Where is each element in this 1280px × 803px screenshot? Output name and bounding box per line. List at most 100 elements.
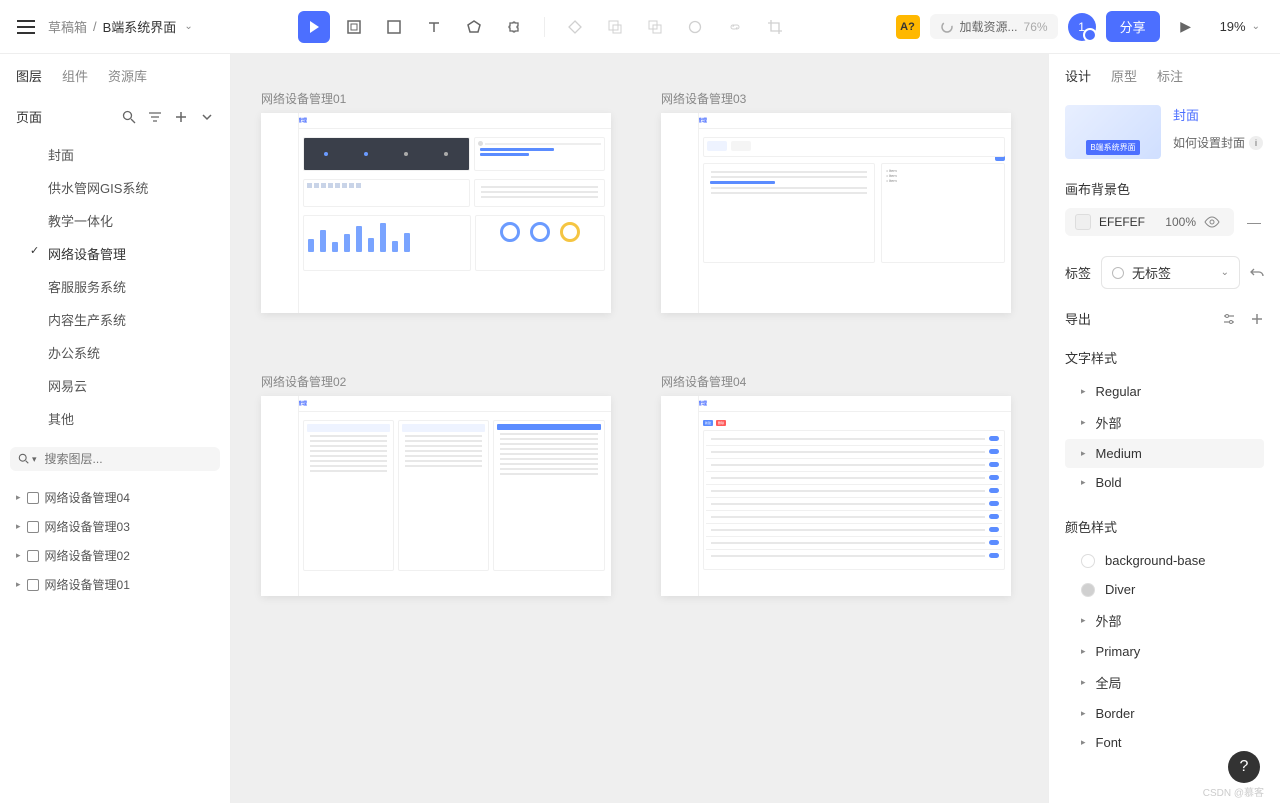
- color-swatch: [1081, 554, 1095, 568]
- frame-tool[interactable]: [338, 11, 370, 43]
- layer-search[interactable]: ▾: [10, 447, 220, 471]
- layer-item[interactable]: ▸网络设备管理04: [0, 483, 230, 512]
- cover-howto[interactable]: 如何设置封面 i: [1173, 134, 1263, 151]
- color-style-group[interactable]: ▸Primary: [1081, 637, 1248, 666]
- search-icon[interactable]: [122, 110, 136, 124]
- chevron-right-icon: ▸: [1081, 386, 1086, 397]
- chevron-right-icon: ▸: [16, 579, 21, 590]
- color-style-group[interactable]: ▸全局: [1081, 666, 1248, 699]
- rectangle-tool[interactable]: [378, 11, 410, 43]
- artboard[interactable]: 网络设备管理04 网络设备管理 新建删除: [661, 373, 1011, 596]
- color-style-item[interactable]: Diver: [1081, 575, 1248, 604]
- collapse-icon[interactable]: [200, 110, 214, 124]
- artboard[interactable]: 网络设备管理01 网络设备管理: [261, 90, 611, 313]
- cover-link[interactable]: 封面: [1173, 105, 1263, 124]
- artboard[interactable]: 网络设备管理02 网络设备管理: [261, 373, 611, 596]
- crop-tool[interactable]: [759, 11, 791, 43]
- undo-icon[interactable]: [1250, 266, 1264, 280]
- tag-circle-icon: [1112, 267, 1124, 279]
- ellipse-tool[interactable]: [679, 11, 711, 43]
- component-tool[interactable]: [559, 11, 591, 43]
- right-tab-1[interactable]: 原型: [1111, 66, 1137, 85]
- add-page-icon[interactable]: [174, 110, 188, 124]
- artboard[interactable]: 网络设备管理03 网络设备管理: [661, 90, 1011, 313]
- user-avatar[interactable]: 1: [1068, 13, 1096, 41]
- add-export-icon[interactable]: [1250, 312, 1264, 326]
- chevron-right-icon: ▸: [1081, 646, 1086, 657]
- link-icon: [728, 20, 742, 34]
- menu-button[interactable]: [12, 13, 40, 41]
- page-item[interactable]: 办公系统: [0, 336, 230, 369]
- boolean-icon: [648, 20, 662, 34]
- frame-icon: [27, 550, 39, 562]
- left-tab-2[interactable]: 资源库: [108, 66, 147, 89]
- inspect-badge[interactable]: A?: [896, 15, 920, 39]
- watermark: CSDN @慕客: [1203, 784, 1264, 799]
- layer-item[interactable]: ▸网络设备管理03: [0, 512, 230, 541]
- layer-item[interactable]: ▸网络设备管理02: [0, 541, 230, 570]
- text-style-item[interactable]: ▸外部: [1081, 406, 1248, 439]
- page-item[interactable]: 网易云: [0, 369, 230, 402]
- settings-icon[interactable]: [1222, 312, 1236, 326]
- pages-title: 页面: [16, 107, 42, 126]
- page-item[interactable]: 内容生产系统: [0, 303, 230, 336]
- present-button[interactable]: ▶: [1170, 11, 1202, 43]
- text-style-item[interactable]: ▸Regular: [1081, 377, 1248, 406]
- mask-tool[interactable]: [599, 11, 631, 43]
- color-style-group[interactable]: ▸Font: [1081, 728, 1248, 757]
- artboard-frame[interactable]: 网络设备管理: [261, 396, 611, 596]
- chevron-right-icon: ▸: [1081, 677, 1086, 688]
- share-button[interactable]: 分享: [1106, 11, 1160, 42]
- text-tool[interactable]: [418, 11, 450, 43]
- zoom-select[interactable]: 19% ⌄: [1212, 15, 1268, 38]
- remove-icon[interactable]: —: [1244, 214, 1264, 230]
- layer-search-input[interactable]: [45, 452, 212, 466]
- chevron-right-icon: ▸: [16, 492, 21, 503]
- chevron-right-icon: ▸: [1081, 448, 1086, 459]
- diamond-icon: [568, 20, 582, 34]
- cover-thumbnail[interactable]: B端系统界面: [1065, 105, 1161, 159]
- play-icon: ▶: [1180, 18, 1191, 35]
- page-item[interactable]: 教学一体化: [0, 204, 230, 237]
- move-tool[interactable]: [298, 11, 330, 43]
- color-style-item[interactable]: background-base: [1081, 546, 1248, 575]
- pentagon-icon: [467, 20, 481, 34]
- right-tab-0[interactable]: 设计: [1065, 66, 1091, 85]
- breadcrumb-project: B端系统界面: [103, 17, 177, 36]
- help-button[interactable]: ?: [1228, 751, 1260, 783]
- color-style-group[interactable]: ▸外部: [1081, 604, 1248, 637]
- chevron-right-icon: ▸: [1081, 737, 1086, 748]
- right-tab-2[interactable]: 标注: [1157, 66, 1183, 85]
- layer-item[interactable]: ▸网络设备管理01: [0, 570, 230, 599]
- page-item[interactable]: 客服服务系统: [0, 270, 230, 303]
- filter-icon[interactable]: [148, 110, 162, 124]
- text-style-item[interactable]: ▸Medium: [1065, 439, 1264, 468]
- page-item[interactable]: 网络设备管理: [0, 237, 230, 270]
- artboard-frame[interactable]: 网络设备管理: [261, 113, 611, 313]
- color-style-group[interactable]: ▸Border: [1081, 699, 1248, 728]
- artboard-frame[interactable]: 网络设备管理 • Item: [661, 113, 1011, 313]
- tag-select[interactable]: 无标签 ⌄: [1101, 256, 1240, 289]
- left-tab-1[interactable]: 组件: [62, 66, 88, 89]
- right-panel: 设计原型标注 B端系统界面 封面 如何设置封面 i 画布背景色 EFEFEF 1…: [1048, 54, 1280, 803]
- link-tool[interactable]: [719, 11, 751, 43]
- bg-color-input[interactable]: EFEFEF 100%: [1065, 208, 1234, 236]
- text-styles-title: 文字样式: [1065, 348, 1264, 367]
- page-item[interactable]: 供水管网GIS系统: [0, 171, 230, 204]
- plugin-tool[interactable]: [498, 11, 530, 43]
- page-item[interactable]: 其他: [0, 402, 230, 435]
- breadcrumb[interactable]: 草稿箱 / B端系统界面 ⌄: [48, 17, 193, 36]
- spinner-icon: [940, 20, 954, 34]
- left-tab-0[interactable]: 图层: [16, 66, 42, 89]
- artboard-frame[interactable]: 网络设备管理 新建删除: [661, 396, 1011, 596]
- canvas[interactable]: 网络设备管理01 网络设备管理: [231, 54, 1048, 803]
- crop-icon: [768, 20, 782, 34]
- boolean-tool[interactable]: [639, 11, 671, 43]
- breadcrumb-folder: 草稿箱: [48, 17, 87, 36]
- visibility-icon[interactable]: [1204, 216, 1224, 228]
- frame-icon: [27, 492, 39, 504]
- text-style-item[interactable]: ▸Bold: [1081, 468, 1248, 497]
- chevron-down-icon: ⌄: [184, 21, 192, 32]
- pen-tool[interactable]: [458, 11, 490, 43]
- page-item[interactable]: 封面: [0, 138, 230, 171]
